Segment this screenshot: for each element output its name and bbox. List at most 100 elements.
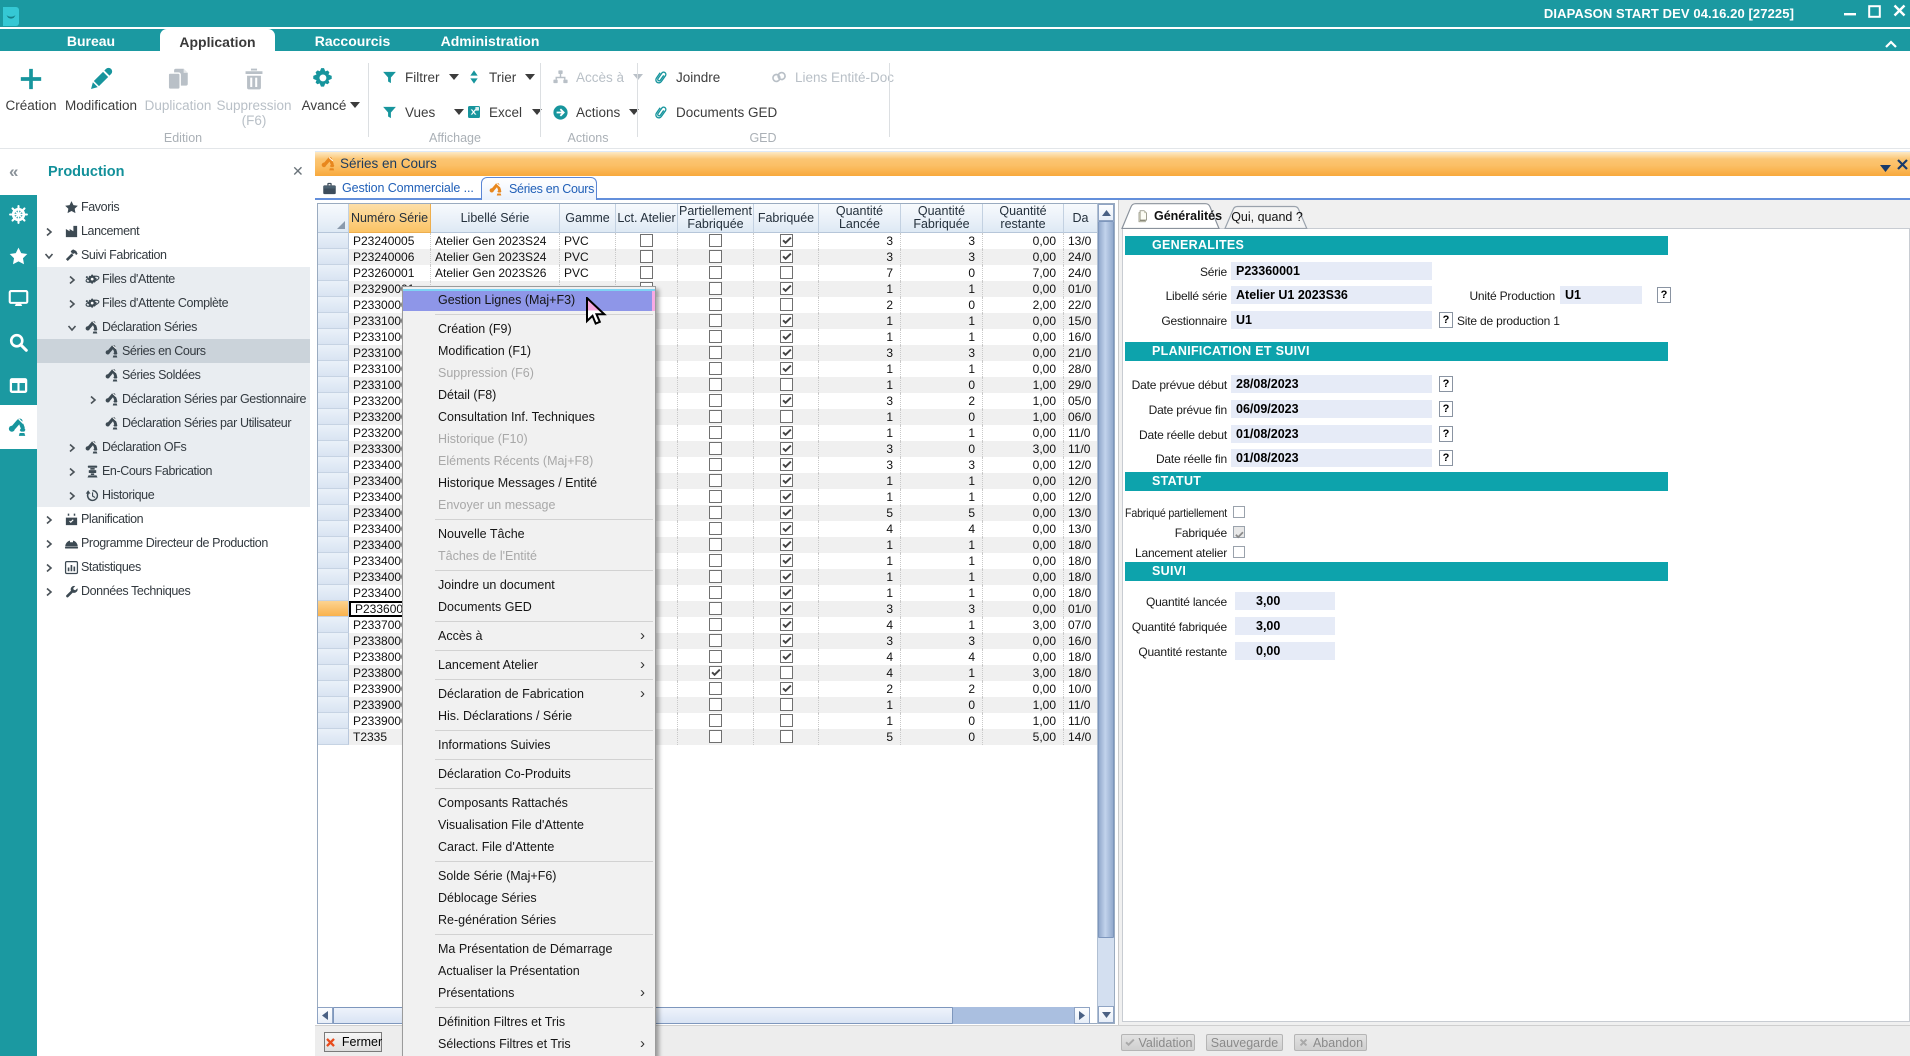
checkbox-unchecked-icon[interactable]	[709, 570, 722, 583]
table-row[interactable]: P23240006Atelier Gen 2023S24PVC330,0024/…	[318, 249, 1098, 265]
checkbox-unchecked-icon[interactable]	[709, 714, 722, 727]
sidebar-item-lancement[interactable]: Lancement	[37, 219, 310, 243]
menu-item-ma-pr-sentation-de-d-marrage[interactable]: Ma Présentation de Démarrage	[403, 938, 655, 960]
row-selector-cell[interactable]	[318, 361, 349, 377]
joindre-button[interactable]: Joindre	[652, 66, 720, 88]
menu-item-t-ches-de-l-entit-[interactable]: Tâches de l'Entité	[403, 545, 655, 567]
row-selector-cell[interactable]	[318, 633, 349, 649]
validation-button[interactable]: Validation	[1121, 1034, 1195, 1051]
column-header-quantit-[interactable]: QuantitéFabriquée	[901, 204, 983, 233]
robot-arm-icon[interactable]	[0, 405, 37, 449]
row-selector-cell[interactable]	[318, 393, 349, 409]
chevron-down-icon[interactable]	[44, 250, 54, 260]
row-selector-cell[interactable]	[318, 473, 349, 489]
chevron-right-icon[interactable]	[88, 394, 98, 404]
column-header-da[interactable]: Da	[1064, 204, 1098, 233]
row-selector-cell[interactable]	[318, 505, 349, 521]
checkbox-checked-icon[interactable]	[780, 330, 793, 343]
checkbox-checked-icon[interactable]	[780, 362, 793, 375]
avance-button[interactable]: Avancé	[296, 64, 352, 113]
sidebar-item-suivi-fabrication[interactable]: Suivi Fabrication	[37, 243, 310, 267]
checkbox-checked-icon[interactable]	[780, 506, 793, 519]
row-selector-cell[interactable]	[318, 249, 349, 265]
row-selector-cell[interactable]	[318, 681, 349, 697]
checkbox-unchecked-icon[interactable]	[709, 650, 722, 663]
sidebar-item-d-claration-s-ries-par-utilisateur[interactable]: Déclaration Séries par Utilisateur	[37, 411, 310, 435]
checkbox-unchecked-icon[interactable]	[709, 266, 722, 279]
ribbon-tab-raccourcis[interactable]: Raccourcis	[295, 29, 410, 51]
column-header-partiellement[interactable]: PartiellementFabriquée	[678, 204, 754, 233]
checkbox-checked-icon[interactable]	[780, 394, 793, 407]
date-help-button-1[interactable]: ?	[1439, 401, 1453, 417]
menu-item-his-d-clarations-s-rie[interactable]: His. Déclarations / Série	[403, 705, 655, 727]
sauvegarde-button[interactable]: Sauvegarde	[1206, 1034, 1283, 1051]
checkbox-unchecked-icon[interactable]	[640, 234, 653, 247]
checkbox-unchecked-icon[interactable]	[709, 394, 722, 407]
sidebar-item-programme-directeur-de-production[interactable]: Programme Directeur de Production	[37, 531, 310, 555]
row-selector-cell[interactable]	[318, 313, 349, 329]
sidebar-item-d-claration-ofs[interactable]: Déclaration OFs	[37, 435, 310, 459]
checkbox-checked-icon[interactable]	[780, 618, 793, 631]
checkbox-checked-icon[interactable]	[780, 458, 793, 471]
checkbox-checked-icon[interactable]	[1233, 526, 1245, 538]
checkbox-checked-icon[interactable]	[780, 650, 793, 663]
unite-help-button[interactable]: ?	[1657, 287, 1671, 303]
checkbox-unchecked-icon[interactable]	[709, 410, 722, 423]
checkbox-unchecked-icon[interactable]	[709, 522, 722, 535]
ribbon-tab-administration[interactable]: Administration	[430, 29, 550, 51]
checkbox-checked-icon[interactable]	[780, 522, 793, 535]
panel-close-icon[interactable]	[1897, 157, 1908, 175]
sidebar-item-planification[interactable]: Planification	[37, 507, 310, 531]
monitor-icon[interactable]	[0, 281, 37, 315]
sidebar-item-en-cours-fabrication[interactable]: En-Cours Fabrication	[37, 459, 310, 483]
column-header-lct-atelier[interactable]: Lct. Atelier	[616, 204, 678, 233]
checkbox-unchecked-icon[interactable]	[709, 602, 722, 615]
menu-item-gestion-lignes-maj-f3-[interactable]: Gestion Lignes (Maj+F3)	[403, 289, 655, 311]
checkbox-checked-icon[interactable]	[780, 586, 793, 599]
checkbox-unchecked-icon[interactable]	[780, 714, 793, 727]
chevron-down-icon[interactable]	[67, 322, 77, 332]
checkbox-unchecked-icon[interactable]	[640, 266, 653, 279]
close-window-button[interactable]	[1893, 4, 1906, 22]
menu-item-modification-f1-[interactable]: Modification (F1)	[403, 340, 655, 362]
menu-item-historique-messages-entit-[interactable]: Historique Messages / Entité	[403, 472, 655, 494]
menu-item-s-lections-filtres-et-tris[interactable]: Sélections Filtres et Tris›	[403, 1033, 655, 1055]
actions-button[interactable]: Actions	[552, 101, 639, 123]
minimize-button[interactable]	[1843, 3, 1857, 22]
checkbox-unchecked-icon[interactable]	[780, 698, 793, 711]
chevron-right-icon[interactable]	[67, 442, 77, 452]
row-selector-cell[interactable]	[318, 297, 349, 313]
row-selector-cell[interactable]	[318, 553, 349, 569]
modification-button[interactable]: Modification	[62, 64, 140, 113]
checkbox-unchecked-icon[interactable]	[709, 250, 722, 263]
checkbox-checked-icon[interactable]	[709, 666, 722, 679]
chevron-right-icon[interactable]	[67, 466, 77, 476]
column-header-libell-s-rie[interactable]: Libellé Série	[431, 204, 560, 233]
row-selector-cell[interactable]	[318, 425, 349, 441]
checkbox-unchecked-icon[interactable]	[709, 346, 722, 359]
ribbon-tab-application[interactable]: Application	[160, 29, 275, 52]
row-selector-cell[interactable]	[318, 457, 349, 473]
row-selector-cell[interactable]	[318, 585, 349, 601]
avance-dropdown-arrow[interactable]	[350, 95, 360, 113]
menu-item-lancement-atelier[interactable]: Lancement Atelier›	[403, 654, 655, 676]
duplication-button[interactable]: Duplication	[144, 64, 212, 113]
chevron-right-icon[interactable]	[67, 298, 77, 308]
column-header-fabriqu-e[interactable]: Fabriquée	[754, 204, 819, 233]
menu-item-actualiser-la-pr-sentation[interactable]: Actualiser la Présentation	[403, 960, 655, 982]
star-icon[interactable]	[0, 239, 37, 273]
menu-item-pr-sentations[interactable]: Présentations›	[403, 982, 655, 1004]
sidebar-item-d-claration-s-ries[interactable]: Déclaration Séries	[37, 315, 310, 339]
sidebar-item-s-ries-sold-es[interactable]: Séries Soldées	[37, 363, 310, 387]
checkbox-unchecked-icon[interactable]	[780, 266, 793, 279]
row-selector-cell[interactable]	[318, 713, 349, 729]
chevron-right-icon[interactable]	[44, 586, 54, 596]
checkbox-unchecked-icon[interactable]	[1233, 506, 1245, 518]
chevron-right-icon[interactable]	[44, 562, 54, 572]
checkbox-unchecked-icon[interactable]	[709, 314, 722, 327]
menu-item-solde-s-rie-maj-f6-[interactable]: Solde Série (Maj+F6)	[403, 865, 655, 887]
checkbox-checked-icon[interactable]	[780, 570, 793, 583]
excel-button[interactable]: Excel	[466, 101, 542, 123]
menu-item-caract-file-d-attente[interactable]: Caract. File d'Attente	[403, 836, 655, 858]
checkbox-checked-icon[interactable]	[780, 314, 793, 327]
